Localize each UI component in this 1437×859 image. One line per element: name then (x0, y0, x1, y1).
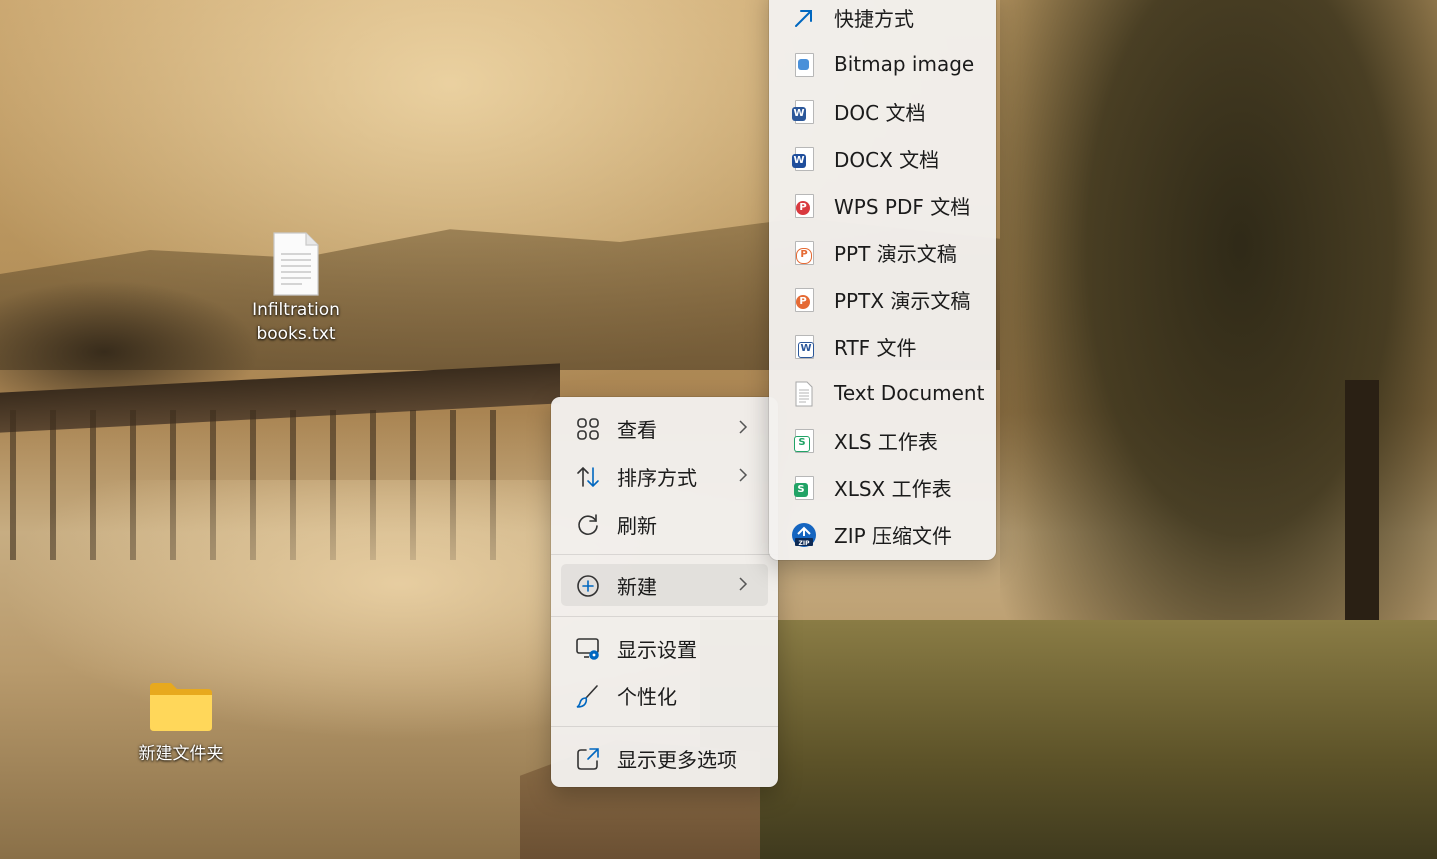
menu-item-label: 查看 (617, 417, 657, 442)
xls-file-icon: S (791, 428, 817, 454)
submenu-item-label: RTF 文件 (834, 335, 917, 360)
menu-item-refresh[interactable]: 刷新 (561, 503, 768, 545)
chevron-right-icon (738, 467, 748, 483)
submenu-item-label: PPTX 演示文稿 (834, 288, 971, 313)
chevron-right-icon (738, 576, 748, 592)
text-document-icon (791, 381, 817, 407)
wallpaper-ground (700, 620, 1437, 859)
menu-separator (551, 726, 778, 727)
svg-text:ZIP: ZIP (799, 540, 811, 547)
submenu-item-label: WPS PDF 文档 (834, 194, 971, 219)
submenu-item-wps-pdf[interactable]: P WPS PDF 文档 (779, 183, 986, 227)
rtf-file-icon: W (791, 334, 817, 360)
submenu-item-label: Text Document (834, 381, 985, 405)
submenu-item-zip[interactable]: ZIP ZIP 压缩文件 (779, 512, 986, 556)
sort-icon (575, 464, 601, 490)
docx-file-icon: W (791, 146, 817, 172)
submenu-item-doc[interactable]: W DOC 文档 (779, 89, 986, 133)
submenu-item-pptx[interactable]: P PPTX 演示文稿 (779, 277, 986, 321)
bitmap-file-icon (791, 52, 817, 78)
submenu-item-label: XLS 工作表 (834, 429, 938, 454)
new-submenu: 快捷方式 Bitmap image W DOC 文档 W DOCX 文档 P W… (769, 0, 996, 560)
text-file-icon (272, 232, 320, 296)
submenu-item-label: 快捷方式 (834, 6, 914, 31)
desktop-icon-text-file[interactable]: Infiltration books.txt (236, 232, 356, 346)
menu-item-display-settings[interactable]: 显示设置 (561, 627, 768, 669)
submenu-item-label: ZIP 压缩文件 (834, 523, 953, 548)
menu-item-sort[interactable]: 排序方式 (561, 455, 768, 497)
menu-item-label: 新建 (617, 574, 657, 599)
pptx-file-icon: P (791, 287, 817, 313)
menu-item-label: 排序方式 (617, 465, 697, 490)
desktop-icon-label: Infiltration (252, 300, 340, 320)
menu-item-personalize[interactable]: 个性化 (561, 674, 768, 716)
menu-item-label: 显示设置 (617, 637, 697, 662)
more-options-icon (575, 746, 601, 772)
submenu-item-label: DOC 文档 (834, 100, 926, 125)
menu-item-show-more-options[interactable]: 显示更多选项 (561, 737, 768, 779)
menu-item-new[interactable]: 新建 (561, 564, 768, 606)
submenu-item-bitmap[interactable]: Bitmap image (779, 42, 986, 86)
pdf-file-icon: P (791, 193, 817, 219)
chevron-right-icon (738, 419, 748, 435)
submenu-item-label: DOCX 文档 (834, 147, 940, 172)
submenu-item-xlsx[interactable]: S XLSX 工作表 (779, 465, 986, 509)
menu-separator (551, 616, 778, 617)
submenu-item-label: XLSX 工作表 (834, 476, 952, 501)
menu-item-label: 个性化 (617, 684, 677, 709)
new-plus-icon (575, 573, 601, 599)
display-settings-icon (575, 636, 601, 662)
menu-item-label: 显示更多选项 (617, 747, 737, 772)
brush-icon (575, 683, 601, 709)
desktop-icon-label: books.txt (256, 324, 336, 344)
ppt-file-icon: P (791, 240, 817, 266)
xlsx-file-icon: S (791, 475, 817, 501)
submenu-item-docx[interactable]: W DOCX 文档 (779, 136, 986, 180)
menu-item-view[interactable]: 查看 (561, 407, 768, 449)
submenu-item-shortcut[interactable]: 快捷方式 (779, 0, 986, 39)
desktop[interactable]: Infiltration books.txt 新建文件夹 查看 排序方式 刷新 … (0, 0, 1437, 859)
menu-separator (551, 554, 778, 555)
shortcut-arrow-icon (791, 5, 817, 31)
submenu-item-xls[interactable]: S XLS 工作表 (779, 418, 986, 462)
zip-file-icon: ZIP (791, 522, 817, 548)
folder-icon (149, 682, 213, 732)
doc-file-icon: W (791, 99, 817, 125)
submenu-item-label: PPT 演示文稿 (834, 241, 957, 266)
desktop-icon-label: 新建文件夹 (138, 744, 224, 764)
menu-item-label: 刷新 (617, 513, 657, 538)
submenu-item-rtf[interactable]: W RTF 文件 (779, 324, 986, 368)
view-grid-icon (575, 416, 601, 442)
submenu-item-text-document[interactable]: Text Document (779, 371, 986, 415)
refresh-icon (575, 512, 601, 538)
submenu-item-ppt[interactable]: P PPT 演示文稿 (779, 230, 986, 274)
desktop-icon-new-folder[interactable]: 新建文件夹 (121, 682, 241, 766)
submenu-item-label: Bitmap image (834, 52, 975, 76)
desktop-context-menu: 查看 排序方式 刷新 新建 显示设置 个性化 显示更多选项 (551, 397, 778, 787)
